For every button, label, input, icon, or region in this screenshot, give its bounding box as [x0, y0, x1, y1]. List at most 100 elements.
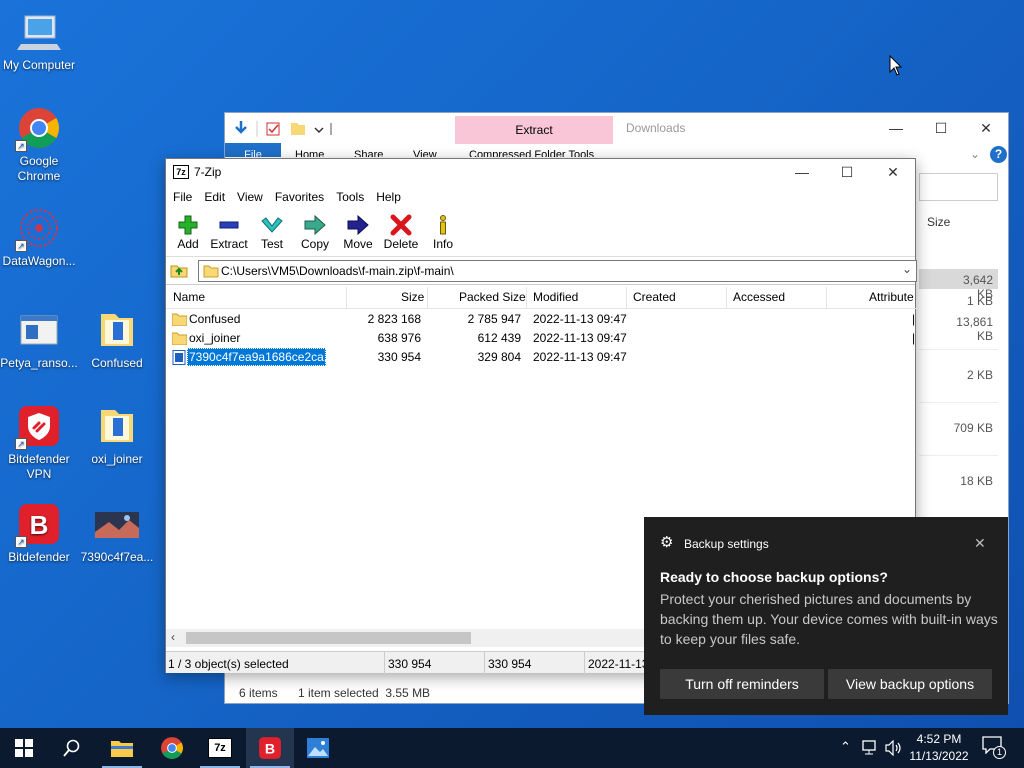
desktop-icon-petya[interactable]: Petya_ranso... — [0, 308, 78, 371]
view-backup-options-button[interactable]: View backup options — [828, 669, 992, 699]
col-modified[interactable]: Modified — [533, 290, 578, 304]
desktop-icon-bitdefender[interactable]: B ↗ Bitdefender — [0, 502, 78, 565]
extract-button[interactable]: Extract — [206, 213, 252, 251]
taskbar-chrome[interactable] — [148, 728, 196, 768]
table-row[interactable]: Confused 2 823 168 2 785 947 2022-11-13 … — [166, 310, 917, 329]
menu-view[interactable]: View — [231, 187, 269, 204]
help-icon[interactable]: ? — [990, 146, 1007, 163]
col-packed-size[interactable]: Packed Size — [459, 290, 526, 304]
menu-edit[interactable]: Edit — [198, 187, 231, 204]
add-button[interactable]: Add — [166, 213, 210, 251]
search-button[interactable] — [48, 728, 96, 768]
clock-time[interactable]: 4:52 PM — [904, 732, 974, 746]
col-attribute[interactable]: Attribute — [869, 290, 914, 304]
turn-off-reminders-button[interactable]: Turn off reminders — [660, 669, 824, 699]
row-name: Confused — [189, 312, 241, 326]
size-column-header[interactable]: Size — [927, 215, 950, 229]
minimize-button[interactable]: — — [779, 157, 825, 187]
move-arrow-icon — [336, 213, 380, 237]
toast-app-name: Backup settings — [684, 537, 769, 551]
menu-help[interactable]: Help — [370, 187, 407, 204]
bitdefender-vpn-icon: ↗ — [15, 404, 61, 450]
info-button[interactable]: Info — [421, 213, 465, 251]
desktop-icon-datawagon[interactable]: ↗ DataWagon... — [0, 206, 78, 269]
address-dropdown-icon[interactable]: ⌄ — [902, 262, 912, 276]
show-hidden-icons-chevron-icon[interactable]: ⌃ — [840, 739, 851, 755]
up-folder-button[interactable] — [170, 261, 188, 279]
maximize-button[interactable]: ☐ — [824, 157, 870, 187]
maximize-button[interactable]: ☐ — [918, 113, 964, 143]
menu-tools[interactable]: Tools — [330, 187, 370, 204]
taskbar-7zip[interactable]: 7z — [196, 728, 244, 768]
col-separator — [626, 287, 627, 309]
check-icon — [250, 213, 294, 237]
desktop-icon-7390c4f7ea[interactable]: 7390c4f7ea... — [78, 502, 156, 565]
tab-file[interactable]: File — [225, 143, 281, 157]
col-accessed[interactable]: Accessed — [733, 290, 785, 304]
size-cell: 709 KB — [953, 421, 993, 435]
shortcut-arrow-icon: ↗ — [15, 536, 27, 548]
tab-view[interactable]: View — [413, 149, 437, 157]
taskbar-photos[interactable] — [294, 728, 342, 768]
explorer-titlebar[interactable]: Extract Downloads — ☐ ✕ — [225, 113, 1008, 145]
size-cell: 1 KB — [966, 294, 993, 308]
tab-compressed-folder-tools[interactable]: Compressed Folder Tools — [469, 149, 594, 157]
tab-file-label: File — [244, 149, 262, 157]
sevenzip-app-icon: 7z — [173, 165, 189, 179]
row-divider — [919, 349, 998, 350]
desktop-icon-label: Confused — [91, 356, 143, 370]
address-input[interactable]: C:\Users\VM5\Downloads\f-main.zip\f-main… — [198, 260, 917, 282]
folder-icon — [172, 332, 187, 345]
taskbar-file-explorer[interactable] — [98, 728, 146, 768]
search-box[interactable] — [919, 173, 998, 201]
tab-share[interactable]: Share — [354, 149, 383, 157]
row-name: 7390c4f7ea9a1686ce2ca... — [189, 350, 334, 364]
ribbon-collapse-icon[interactable]: ⌄ — [970, 147, 980, 161]
desktop-icon-bitdefender-vpn[interactable]: ↗ Bitdefender VPN — [0, 404, 78, 482]
svg-text:B: B — [265, 741, 275, 757]
notification-center-button[interactable]: 1 — [982, 736, 1006, 760]
desktop-icon-my-computer[interactable]: My Computer — [0, 10, 78, 73]
close-button[interactable]: ✕ — [870, 157, 916, 187]
copy-button[interactable]: Copy — [293, 213, 337, 251]
menu-bar: File Edit View Favorites Tools Help — [166, 187, 915, 209]
clock-date[interactable]: 11/13/2022 — [904, 749, 974, 763]
table-row[interactable]: oxi_joiner 638 976 612 439 2022-11-13 09… — [166, 329, 917, 348]
volume-icon[interactable] — [885, 739, 903, 759]
desktop-icon-label: Petya_ranso... — [0, 356, 78, 370]
status-selected: 1 / 3 object(s) selected — [168, 657, 289, 671]
col-created[interactable]: Created — [633, 290, 676, 304]
minimize-button[interactable]: — — [873, 113, 919, 143]
sevenzip-title: 7-Zip — [194, 165, 222, 179]
scroll-left-icon[interactable]: ‹ — [171, 630, 175, 644]
backup-toast[interactable]: ⚙ Backup settings ✕ Ready to choose back… — [644, 517, 1008, 715]
table-row-selected[interactable]: 7390c4f7ea9a1686ce2ca... 330 954 329 804… — [166, 348, 917, 367]
scrollbar-thumb[interactable] — [186, 632, 471, 644]
desktop-icon-oxi-joiner[interactable]: oxi_joiner — [78, 404, 156, 467]
start-button[interactable] — [0, 728, 48, 768]
close-icon[interactable]: ✕ — [974, 535, 986, 552]
column-headers: Name Size Packed Size Modified Created A… — [166, 287, 917, 309]
delete-button[interactable]: Delete — [379, 213, 423, 251]
test-button[interactable]: Test — [250, 213, 294, 251]
network-icon[interactable] — [862, 740, 880, 759]
sevenzip-titlebar[interactable]: 7z 7-Zip — ☐ ✕ — [166, 159, 915, 187]
row-packed: 2 785 947 — [467, 312, 521, 326]
delete-x-icon — [379, 213, 423, 237]
move-button[interactable]: Move — [336, 213, 380, 251]
col-separator — [826, 287, 827, 309]
taskbar-bitdefender[interactable]: B — [246, 728, 294, 768]
col-size[interactable]: Size — [401, 290, 424, 304]
menu-file[interactable]: File — [167, 187, 198, 204]
extract-contextual-tab[interactable]: Extract — [455, 116, 613, 144]
tab-home[interactable]: Home — [295, 149, 324, 157]
col-name[interactable]: Name — [173, 290, 205, 304]
folder-zip-icon — [95, 404, 139, 448]
menu-favorites[interactable]: Favorites — [269, 187, 330, 204]
desktop-icon-google-chrome[interactable]: ↗ Google Chrome — [0, 106, 78, 184]
row-packed: 329 804 — [477, 350, 521, 364]
address-bar: C:\Users\VM5\Downloads\f-main.zip\f-main… — [166, 257, 917, 285]
desktop-icon-confused[interactable]: Confused — [78, 308, 156, 371]
move-label: Move — [343, 237, 373, 251]
close-button[interactable]: ✕ — [963, 113, 1009, 143]
